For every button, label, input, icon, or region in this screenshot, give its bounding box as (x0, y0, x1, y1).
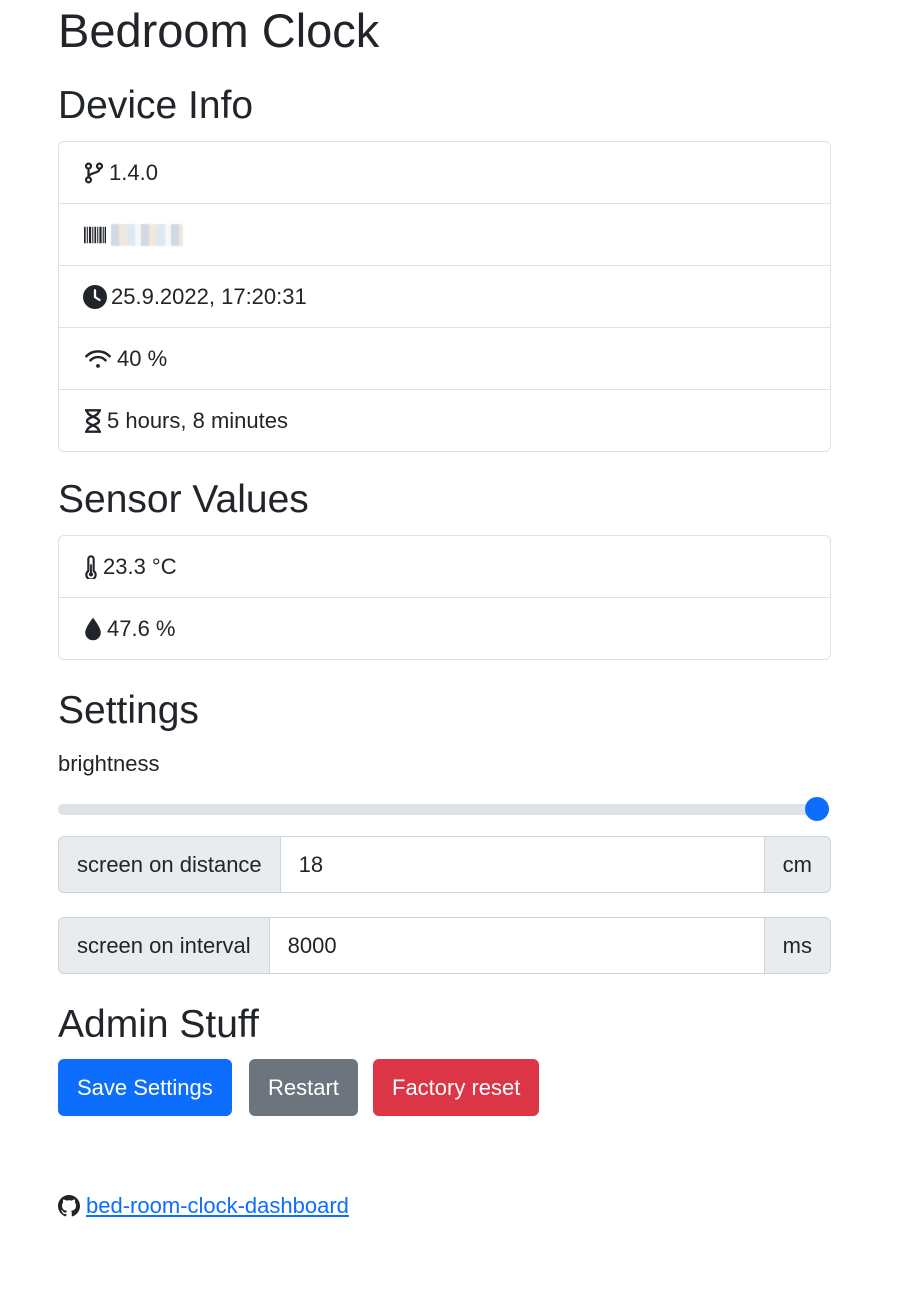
screen-on-distance-label: screen on distance (58, 836, 281, 893)
hourglass-icon (85, 408, 101, 433)
git-branch-icon (84, 162, 104, 183)
serial-redacted (111, 223, 183, 246)
device-info-list: 1.4.0 25.9.2022, 17:20:31 40 % 5 hours, … (58, 141, 831, 452)
admin-heading: Admin Stuff (58, 1003, 259, 1046)
list-item-wifi: 40 % (59, 327, 830, 389)
temperature-text: 23.3 °C (103, 553, 177, 579)
droplet-icon (85, 617, 101, 640)
list-item-uptime: 5 hours, 8 minutes (59, 389, 830, 451)
list-item-temperature: 23.3 °C (59, 536, 830, 597)
screen-on-interval-group: screen on interval ms (58, 917, 831, 974)
datetime-text: 25.9.2022, 17:20:31 (111, 283, 307, 309)
wifi-signal-text: 40 % (117, 345, 168, 371)
humidity-text: 47.6 % (107, 615, 176, 641)
sensor-values-list: 23.3 °C 47.6 % (58, 535, 831, 660)
page-title: Bedroom Clock (58, 4, 380, 57)
brightness-slider-track[interactable] (58, 804, 829, 815)
screen-on-interval-input[interactable] (269, 917, 764, 974)
barcode-icon (84, 226, 106, 243)
list-item-version: 1.4.0 (59, 142, 830, 203)
save-settings-button[interactable]: Save Settings (58, 1059, 232, 1116)
screen-on-interval-label: screen on interval (58, 917, 270, 974)
thermometer-icon (85, 554, 97, 579)
sensor-values-heading: Sensor Values (58, 478, 309, 521)
uptime-text: 5 hours, 8 minutes (107, 407, 288, 433)
list-item-serial (59, 203, 830, 265)
github-icon (58, 1195, 80, 1217)
footer: bed-room-clock-dashboard (58, 1193, 349, 1219)
brightness-label: brightness (58, 751, 160, 776)
screen-on-distance-group: screen on distance cm (58, 836, 831, 893)
repo-link[interactable]: bed-room-clock-dashboard (86, 1193, 349, 1219)
restart-button[interactable]: Restart (249, 1059, 358, 1116)
screen-on-distance-unit: cm (763, 836, 831, 893)
screen-on-interval-unit: ms (763, 917, 831, 974)
list-item-datetime: 25.9.2022, 17:20:31 (59, 265, 830, 327)
brightness-slider-thumb[interactable] (805, 797, 829, 821)
list-item-humidity: 47.6 % (59, 597, 830, 659)
screen-on-distance-input[interactable] (280, 836, 764, 893)
wifi-icon (85, 349, 111, 368)
device-info-heading: Device Info (58, 84, 254, 127)
clock-icon (83, 284, 107, 309)
version-text: 1.4.0 (109, 159, 158, 185)
settings-heading: Settings (58, 689, 199, 732)
factory-reset-button[interactable]: Factory reset (373, 1059, 540, 1116)
